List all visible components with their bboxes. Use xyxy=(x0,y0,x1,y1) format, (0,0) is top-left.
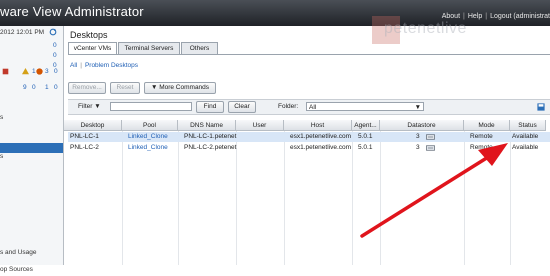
nav-item-desktop-sources[interactable]: op Sources xyxy=(0,266,63,276)
annotation-arrow-icon xyxy=(360,143,508,238)
